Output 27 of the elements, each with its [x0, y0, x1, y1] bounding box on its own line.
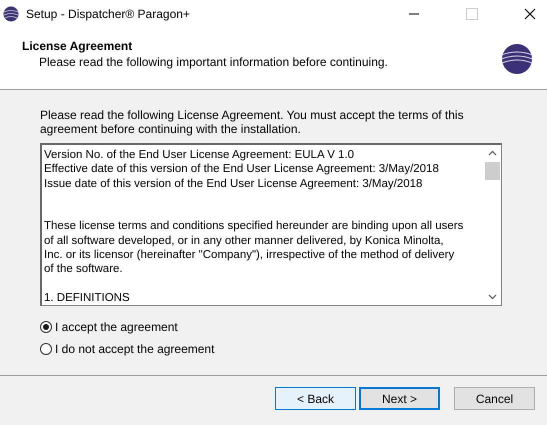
license-line: These license terms and conditions specified hereunder are binding upon all users	[44, 219, 464, 234]
page-subtitle: Please read the following important information before continuing.	[38, 55, 389, 69]
license-line: of the software.	[44, 262, 124, 277]
license-line: Version No. of the End User License Agreement: EULA V 1.0	[44, 148, 356, 162]
wizard-button[interactable]: Cancel	[454, 387, 535, 410]
window-title: Setup - Dispatcher® Paragon+	[26, 6, 190, 20]
scroll-up-icon[interactable]	[488, 150, 497, 156]
instruction-text: Please read the following License Agreement. You must accept the terms of this agreement before continuing with the installation.	[40, 108, 465, 136]
close-icon[interactable]	[524, 8, 536, 20]
wizard-button[interactable]: < Back	[275, 387, 356, 410]
license-line: Inc. or its licensor (hereinafter "Company"), irrespective of the method of delivery	[44, 248, 456, 262]
radio-button[interactable]	[40, 321, 52, 333]
radio-label[interactable]: I do not accept the agreement	[55, 342, 214, 356]
license-line: 1. DEFINITIONS	[44, 290, 131, 305]
license-line: Effective date of this version of the End User License Agreement: 3/May/2018	[44, 162, 440, 177]
globe-icon	[3, 6, 19, 22]
radio-button[interactable]	[40, 343, 52, 355]
scroll-down-icon[interactable]	[488, 294, 497, 300]
license-line: Issue date of this version of the End User License Agreement: 3/May/2018	[44, 176, 424, 191]
globe-icon	[501, 43, 533, 75]
license-text-box[interactable]	[40, 143, 502, 306]
scroll-thumb[interactable]	[485, 162, 500, 180]
license-line: of all software developed, or in any other manner delivered, by Konica Minolta,	[44, 234, 445, 248]
maximize-icon	[466, 8, 478, 20]
wizard-button[interactable]: Next >	[359, 387, 440, 410]
page-title: License Agreement	[22, 39, 134, 53]
radio-label[interactable]: I accept the agreement	[55, 320, 178, 334]
